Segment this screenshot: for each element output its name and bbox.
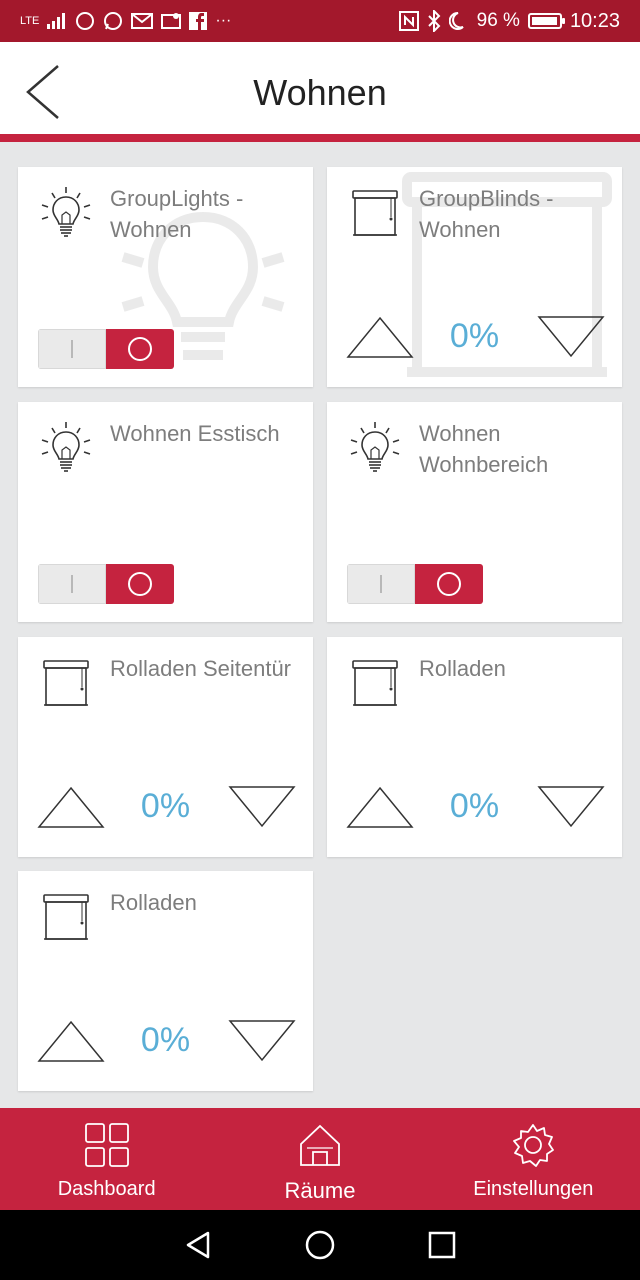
blind-down-button[interactable]	[536, 785, 606, 829]
blind-tile[interactable]: Rolladen 0%	[327, 637, 622, 857]
outlook-icon	[131, 13, 154, 29]
on-circle-icon	[128, 572, 152, 596]
battery-icon	[527, 13, 565, 29]
blind-position-percent: 0%	[140, 1021, 191, 1059]
blind-up-button[interactable]	[345, 315, 415, 359]
network-type-indicator: LTE	[20, 14, 40, 27]
off-bar-icon	[71, 575, 73, 593]
toggle-off-segment[interactable]	[38, 329, 106, 369]
blind-tile[interactable]: Rolladen 0%	[18, 871, 313, 1091]
blind-up-button[interactable]	[36, 785, 106, 829]
system-navigation-bar	[0, 1210, 640, 1280]
system-back-icon[interactable]	[182, 1229, 214, 1261]
light-tile[interactable]: Wohnen Wohnbereich	[327, 402, 622, 622]
light-bulb-icon	[38, 420, 94, 476]
blind-tile[interactable]: GroupBlinds - Wohnen 0%	[327, 167, 622, 387]
gear-icon	[513, 1124, 555, 1167]
tile-label: Wohnen Esstisch	[110, 421, 280, 446]
off-bar-icon	[380, 575, 382, 593]
signal-icon	[47, 13, 66, 29]
blind-down-button[interactable]	[227, 785, 297, 829]
blind-position-percent: 0%	[449, 787, 500, 825]
toggle-on-segment[interactable]	[106, 329, 174, 369]
light-toggle[interactable]	[38, 564, 174, 604]
grid-icon	[84, 1123, 129, 1167]
nav-dashboard-label: Dashboard	[57, 1178, 156, 1200]
blind-position-percent: 0%	[449, 317, 500, 355]
tile-label: GroupLights - Wohnen	[110, 186, 244, 242]
tile-label: Rolladen	[110, 890, 197, 915]
tile-label: Wohnen Wohnbereich	[419, 421, 549, 477]
toggle-on-segment[interactable]	[415, 564, 483, 604]
clock: 10:23	[569, 9, 620, 32]
battery-fill	[531, 17, 557, 25]
off-bar-icon	[71, 340, 73, 358]
roller-blind-icon	[38, 655, 94, 711]
nav-einstellungen[interactable]: Einstellungen	[427, 1108, 640, 1210]
blind-up-button[interactable]	[345, 785, 415, 829]
light-bulb-icon	[347, 420, 403, 476]
whatsapp-icon	[104, 12, 123, 30]
light-bulb-icon	[38, 185, 94, 241]
roller-blind-icon	[347, 655, 403, 711]
blind-tile[interactable]: Rolladen Seitentür 0%	[18, 637, 313, 857]
toggle-on-segment[interactable]	[106, 564, 174, 604]
light-tile[interactable]: Wohnen Esstisch	[18, 402, 313, 622]
nav-dashboard[interactable]: Dashboard	[0, 1108, 213, 1210]
blind-up-button[interactable]	[36, 1019, 106, 1063]
tile-label: Rolladen	[419, 656, 506, 681]
tile-label: GroupBlinds - Wohnen	[419, 186, 554, 242]
nav-einstellungen-label: Einstellungen	[473, 1178, 594, 1200]
blind-down-button[interactable]	[536, 315, 606, 359]
nfc-icon	[398, 11, 419, 31]
light-toggle[interactable]	[347, 564, 483, 604]
toggle-off-segment[interactable]	[38, 564, 106, 604]
light-tile[interactable]: GroupLights - Wohnen	[18, 167, 313, 387]
roller-blind-icon	[38, 889, 94, 945]
circle-notification-icon	[76, 12, 95, 30]
toggle-off-segment[interactable]	[347, 564, 415, 604]
battery-percent: 96 %	[476, 10, 520, 31]
system-recents-icon[interactable]	[426, 1229, 458, 1261]
app-bar: Wohnen	[0, 42, 640, 142]
on-circle-icon	[128, 337, 152, 361]
nav-raeume-label: Räume	[284, 1178, 356, 1203]
bottom-navigation: Dashboard Räume Einstellungen	[0, 1108, 640, 1210]
system-home-icon[interactable]	[304, 1229, 336, 1261]
tile-label: Rolladen Seitentür	[110, 656, 292, 681]
more-notifications-icon: ···	[215, 12, 232, 29]
page-title: Wohnen	[253, 72, 387, 113]
status-bar: LTE ··· 96 % 10:23	[0, 0, 640, 42]
facebook-icon	[189, 12, 208, 30]
nav-raeume[interactable]: Räume	[213, 1108, 426, 1210]
moon-icon	[448, 11, 464, 30]
roller-blind-icon	[347, 185, 403, 241]
house-icon	[300, 1124, 340, 1166]
blind-down-button[interactable]	[227, 1019, 297, 1063]
blind-position-percent: 0%	[140, 787, 191, 825]
mail-settings-icon	[161, 13, 182, 29]
on-circle-icon	[437, 572, 461, 596]
light-toggle[interactable]	[38, 329, 174, 369]
bluetooth-icon	[427, 10, 441, 32]
